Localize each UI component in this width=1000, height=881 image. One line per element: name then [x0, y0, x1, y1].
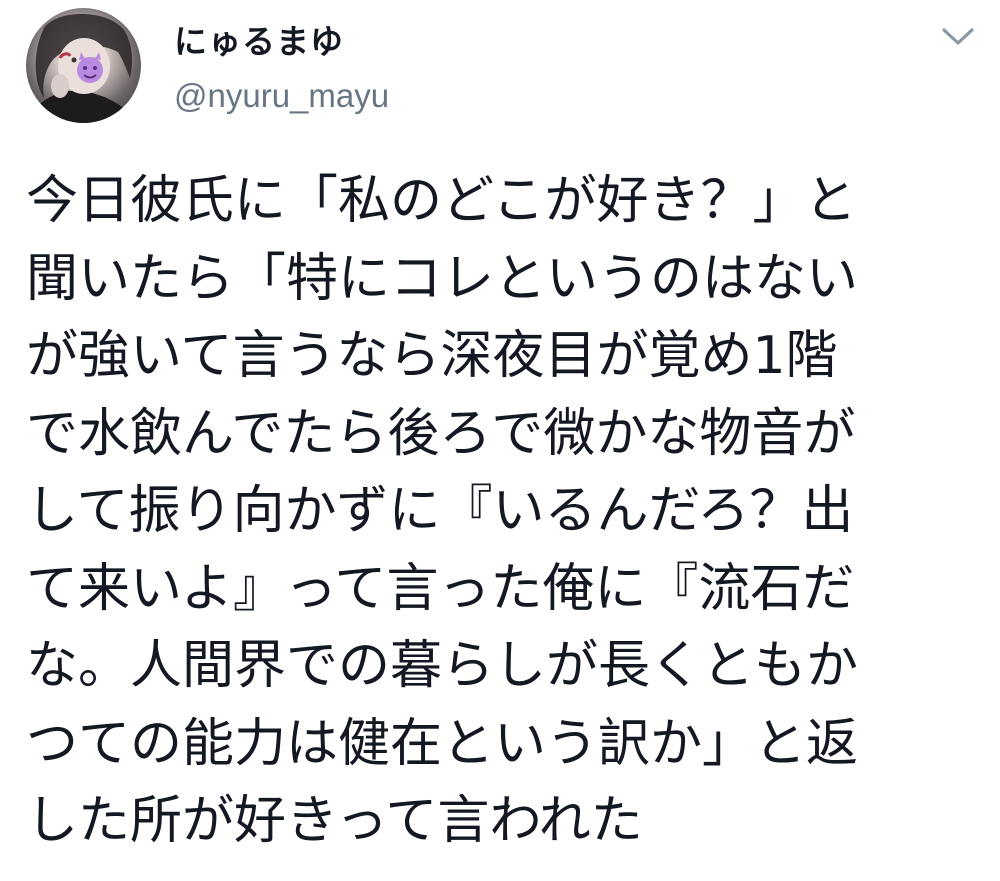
- tweet-text-line: つての能力は健在という訳か」と返: [26, 713, 859, 774]
- tweet-text-line: な。人間界での暮らしが長くともか: [26, 636, 859, 696]
- display-name[interactable]: にゅるまゆ: [174, 22, 389, 62]
- tweet-text-line: が強いて言うなら深夜目が覚め1階: [26, 326, 838, 386]
- chevron-down-icon[interactable]: [940, 26, 976, 48]
- tweet-text-line: 聞いたら「特にコレというのはない: [26, 248, 859, 309]
- tweet-text-line: て来いよ』って言った俺に『流石だ: [26, 558, 855, 619]
- tweet-text-line: で水飲んでたら後ろで微かな物音が: [26, 403, 856, 464]
- user-handle[interactable]: @nyuru_mayu: [174, 76, 389, 116]
- user-avatar-icon: [35, 14, 134, 123]
- tweet-header: にゅるまゆ @nyuru_mayu: [174, 22, 389, 116]
- tweet-text-line: 今日彼氏に「私のどこが好き？」と: [26, 171, 857, 231]
- tweet-text-line: して振り向かずに『いるんだろ？出: [26, 481, 854, 541]
- avatar[interactable]: [26, 8, 141, 123]
- tweet-card: にゅるまゆ @nyuru_mayu 今日彼氏に「私のどこが好き？」と 聞いたら「…: [0, 0, 1000, 881]
- tweet-text-line: した所が好きって言われた: [26, 791, 643, 851]
- tweet-text: 今日彼氏に「私のどこが好き？」と 聞いたら「特にコレというのはない が強いて言う…: [26, 163, 986, 861]
